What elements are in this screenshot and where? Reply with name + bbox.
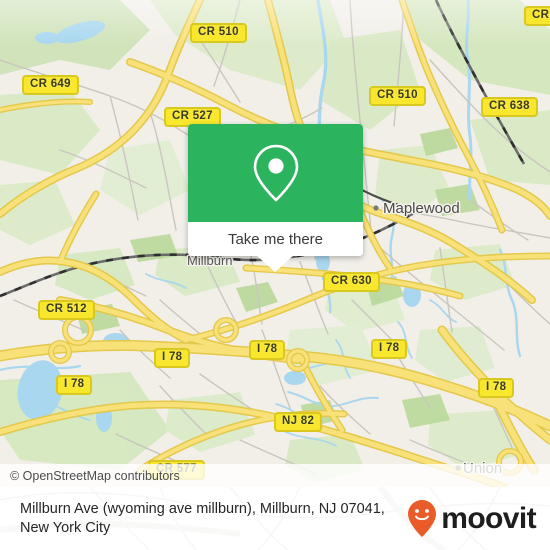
road-shield[interactable]: I 78 — [154, 348, 191, 368]
road-shield[interactable]: CR 510 — [190, 23, 247, 43]
road-shield[interactable]: I 78 — [249, 340, 286, 360]
address-text: Millburn Ave (wyoming ave millburn), Mil… — [20, 500, 385, 536]
road-shield[interactable]: I 78 — [478, 378, 515, 398]
take-me-there-label: Take me there — [227, 230, 324, 248]
moovit-logo[interactable]: moovit — [407, 499, 537, 539]
moovit-map-share-card: CR 510 CR 510 CR 638 CR CR 649 CR 527 CR… — [0, 0, 550, 550]
road-shield[interactable]: CR 512 — [38, 300, 95, 320]
attribution-text[interactable]: © OpenStreetMap contributors — [0, 469, 180, 483]
road-shield[interactable]: NJ 82 — [274, 412, 323, 432]
destination-popup-card[interactable]: Take me there — [188, 124, 363, 256]
road-shield[interactable]: CR 638 — [481, 97, 538, 117]
map-canvas[interactable]: CR 510 CR 510 CR 638 CR CR 649 CR 527 CR… — [0, 0, 550, 487]
road-shield[interactable]: I 78 — [371, 339, 408, 359]
place-label-maplewood: Maplewood — [383, 200, 460, 217]
road-shield[interactable]: CR — [524, 6, 550, 26]
road-shield[interactable]: I 78 — [56, 375, 93, 395]
map-pin-icon — [253, 144, 298, 202]
footer-bar: Millburn Ave (wyoming ave millburn), Mil… — [0, 487, 550, 550]
map-attribution-bar: © OpenStreetMap contributors — [0, 464, 550, 487]
road-shield[interactable]: CR 649 — [22, 75, 79, 95]
take-me-there-button[interactable]: Take me there — [188, 222, 363, 256]
road-shield[interactable]: CR 510 — [369, 86, 426, 106]
moovit-pin-smiley-icon — [408, 499, 437, 537]
card-header — [188, 124, 363, 222]
moovit-wordmark: moovit — [441, 501, 536, 535]
road-shield[interactable]: CR 630 — [323, 272, 380, 292]
